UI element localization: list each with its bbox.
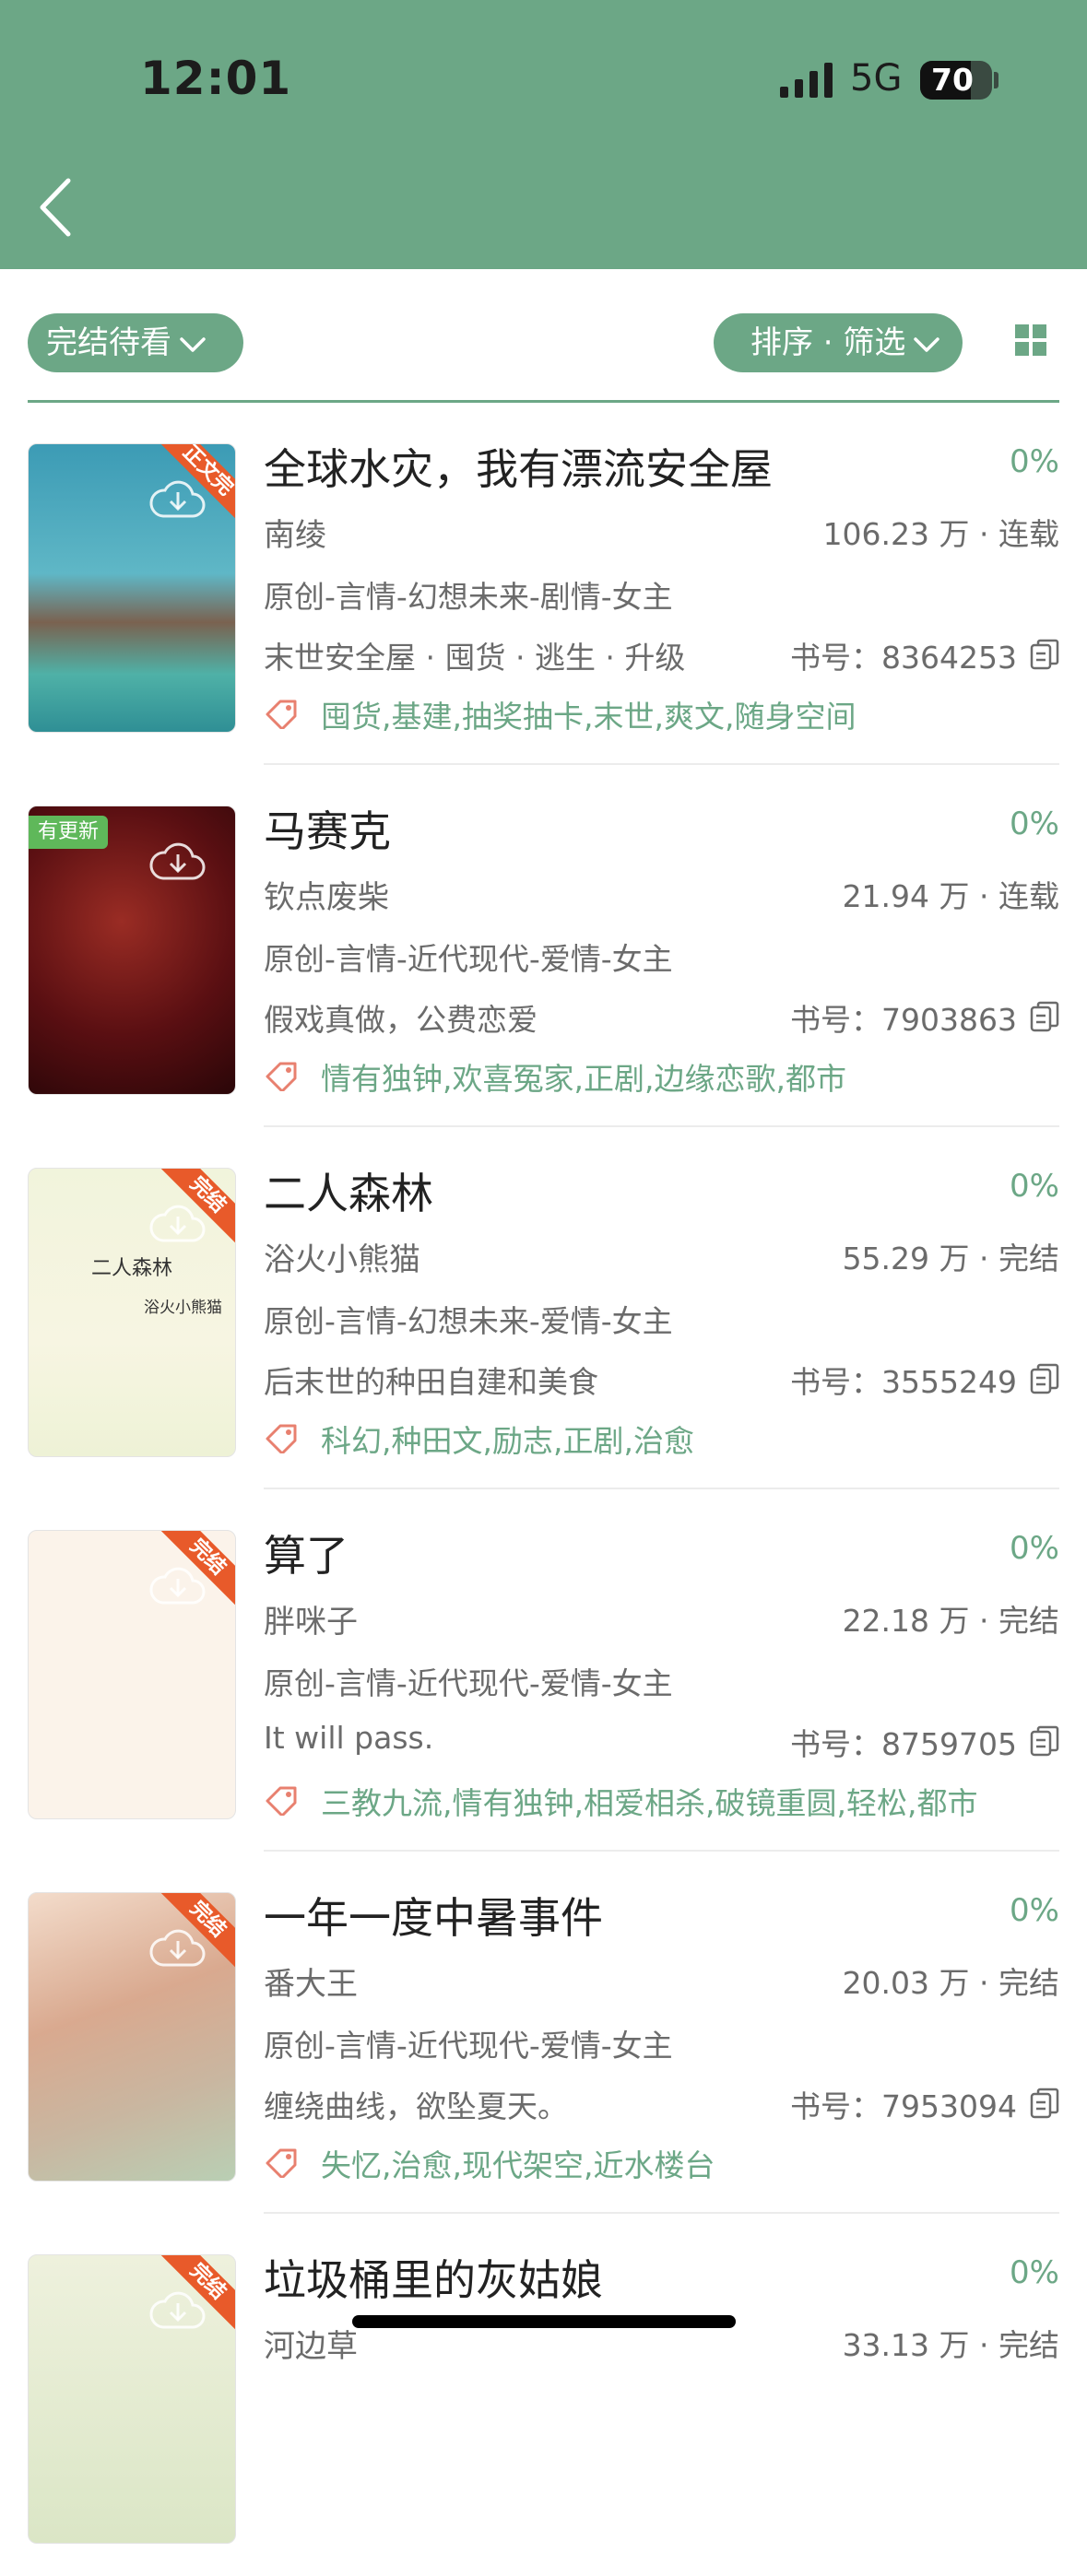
copy-icon[interactable] (1030, 1001, 1059, 1032)
book-tags: 失忆,治愈,现代架空,近水楼台 (321, 2147, 715, 2183)
cloud-download-icon[interactable] (148, 1200, 207, 1250)
sort-filter-button[interactable]: 排序 · 筛选 (714, 313, 963, 372)
battery-level: 70 (931, 62, 974, 98)
chevron-down-icon (180, 336, 206, 352)
book-number: 书号：8759705 (790, 1726, 1017, 1762)
book-number: 书号：7903863 (790, 1002, 1017, 1038)
cover-title-text: 二人森林 (90, 1257, 172, 1280)
book-intro: 假戏真做，公费恋爱 (264, 1002, 538, 1038)
update-badge: 有更新 (29, 816, 109, 849)
home-indicator (352, 2315, 736, 2328)
book-tags: 科幻,种田文,励志,正剧,治愈 (321, 1423, 694, 1459)
book-list-item[interactable]: 完结 算了 0% 胖咪子 22.18 万 · 完结原创-言情-近代现代-爱情-女主 It … (0, 1489, 1087, 1852)
cloud-download-icon[interactable] (148, 476, 207, 525)
book-intro: 缠绕曲线，欲坠夏天。 (264, 2088, 568, 2124)
book-number: 书号：3555249 (790, 1364, 1017, 1400)
cloud-download-icon[interactable] (148, 1924, 207, 1974)
tag-icon (264, 1422, 299, 1455)
battery-icon: 70 (920, 61, 992, 100)
back-icon[interactable] (35, 175, 76, 240)
tag-icon (264, 1784, 299, 1817)
word-count-status: 106.23 万 · 连载 (822, 516, 1059, 552)
reading-progress: 0% (1010, 1530, 1059, 1567)
book-author[interactable]: 番大王 (264, 1958, 358, 2004)
copy-icon[interactable] (1030, 639, 1059, 670)
book-author[interactable]: 河边草 (264, 2321, 358, 2366)
book-author[interactable]: 南绫 (264, 510, 326, 555)
cloud-download-icon[interactable] (148, 838, 207, 888)
book-cover[interactable]: 完结 (28, 2254, 236, 2544)
book-category: 原创-言情-近代现代-爱情-女主 (264, 941, 673, 977)
book-title[interactable]: 二人森林 (264, 1160, 433, 1221)
cover-author-text: 浴火小熊猫 (144, 1299, 222, 1317)
book-number: 书号：7953094 (790, 2088, 1017, 2124)
book-title[interactable]: 一年一度中暑事件 (264, 1885, 603, 1946)
book-tags: 囤货,基建,抽奖抽卡,末世,爽文,随身空间 (321, 699, 857, 735)
book-intro: It will pass. (264, 1720, 434, 1756)
book-cover[interactable]: 二人森林 浴火小熊猫 完结 (28, 1168, 236, 1457)
reading-progress: 0% (1010, 2254, 1059, 2291)
book-cover[interactable]: 完结 (28, 1892, 236, 2182)
book-list-item[interactable]: 正文完 全球水灾，我有漂流安全屋 0% 南绫 106.23 万 · 连载原创-言情-幻想… (0, 403, 1087, 765)
tag-icon (264, 1060, 299, 1093)
filter-label: 完结待看 (46, 324, 171, 361)
reading-progress: 0% (1010, 1168, 1059, 1205)
grid-view-icon[interactable] (1015, 324, 1046, 356)
book-category: 原创-言情-幻想未来-爱情-女主 (264, 1303, 673, 1339)
reading-progress: 0% (1010, 443, 1059, 480)
word-count-status: 21.94 万 · 连载 (842, 878, 1059, 914)
word-count-status: 33.13 万 · 完结 (842, 2327, 1059, 2363)
reading-progress: 0% (1010, 1892, 1059, 1929)
network-type: 5G (850, 57, 903, 100)
book-cover[interactable]: 有更新 (28, 806, 236, 1095)
book-tags: 情有独钟,欢喜冤家,正剧,边缘恋歌,都市 (321, 1061, 846, 1097)
tag-icon (264, 2147, 299, 2180)
book-category: 原创-言情-幻想未来-剧情-女主 (264, 579, 673, 615)
word-count-status: 22.18 万 · 完结 (842, 1603, 1059, 1639)
book-author[interactable]: 钦点废柴 (264, 872, 389, 917)
book-title[interactable]: 马赛克 (264, 798, 391, 859)
signal-icon (780, 63, 833, 98)
book-title[interactable]: 算了 (264, 1523, 349, 1583)
book-list-item[interactable]: 完结 一年一度中暑事件 0% 番大王 20.03 万 · 完结原创-言情-近代现代-爱情… (0, 1852, 1087, 2214)
book-author[interactable]: 胖咪子 (264, 1596, 358, 1641)
word-count-status: 20.03 万 · 完结 (842, 1965, 1059, 2001)
book-author[interactable]: 浴火小熊猫 (264, 1234, 420, 1279)
copy-icon[interactable] (1030, 1725, 1059, 1757)
chevron-down-icon (914, 336, 940, 352)
battery-tip (994, 72, 998, 88)
reading-progress: 0% (1010, 806, 1059, 842)
book-list-item[interactable]: 完结 垃圾桶里的灰姑娘 0% 河边草 33.13 万 · 完结 (0, 2214, 1087, 2576)
copy-icon[interactable] (1030, 2088, 1059, 2119)
cloud-download-icon[interactable] (148, 2287, 207, 2336)
book-intro: 末世安全屋 · 囤货 · 逃生 · 升级 (264, 640, 686, 676)
book-category: 原创-言情-近代现代-爱情-女主 (264, 2028, 673, 2064)
book-title[interactable]: 垃圾桶里的灰姑娘 (264, 2247, 603, 2308)
cloud-download-icon[interactable] (148, 1562, 207, 1612)
copy-icon[interactable] (1030, 1363, 1059, 1394)
book-list-item[interactable]: 有更新 马赛克 0% 钦点废柴 21.94 万 · 连载原创-言情-近代现代-爱情-女主… (0, 765, 1087, 1127)
filter-dropdown[interactable]: 完结待看 (28, 313, 243, 372)
nav-header (0, 0, 1087, 269)
book-cover[interactable]: 完结 (28, 1530, 236, 1819)
book-tags: 三教九流,情有独钟,相爱相杀,破镜重圆,轻松,都市 (321, 1785, 978, 1821)
status-time: 12:01 (140, 52, 292, 105)
book-category: 原创-言情-近代现代-爱情-女主 (264, 1665, 673, 1701)
book-intro: 后末世的种田自建和美食 (264, 1364, 598, 1400)
tag-icon (264, 698, 299, 731)
book-list-item[interactable]: 二人森林 浴火小熊猫 完结 二人森林 0% 浴火小熊猫 55.29 万 · 完结 原创-言情-… (0, 1127, 1087, 1489)
book-title[interactable]: 全球水灾，我有漂流安全屋 (264, 436, 773, 497)
word-count-status: 55.29 万 · 完结 (842, 1241, 1059, 1276)
book-number: 书号：8364253 (790, 640, 1017, 676)
book-cover[interactable]: 正文完 (28, 443, 236, 733)
sort-label: 排序 · 筛选 (750, 324, 906, 361)
